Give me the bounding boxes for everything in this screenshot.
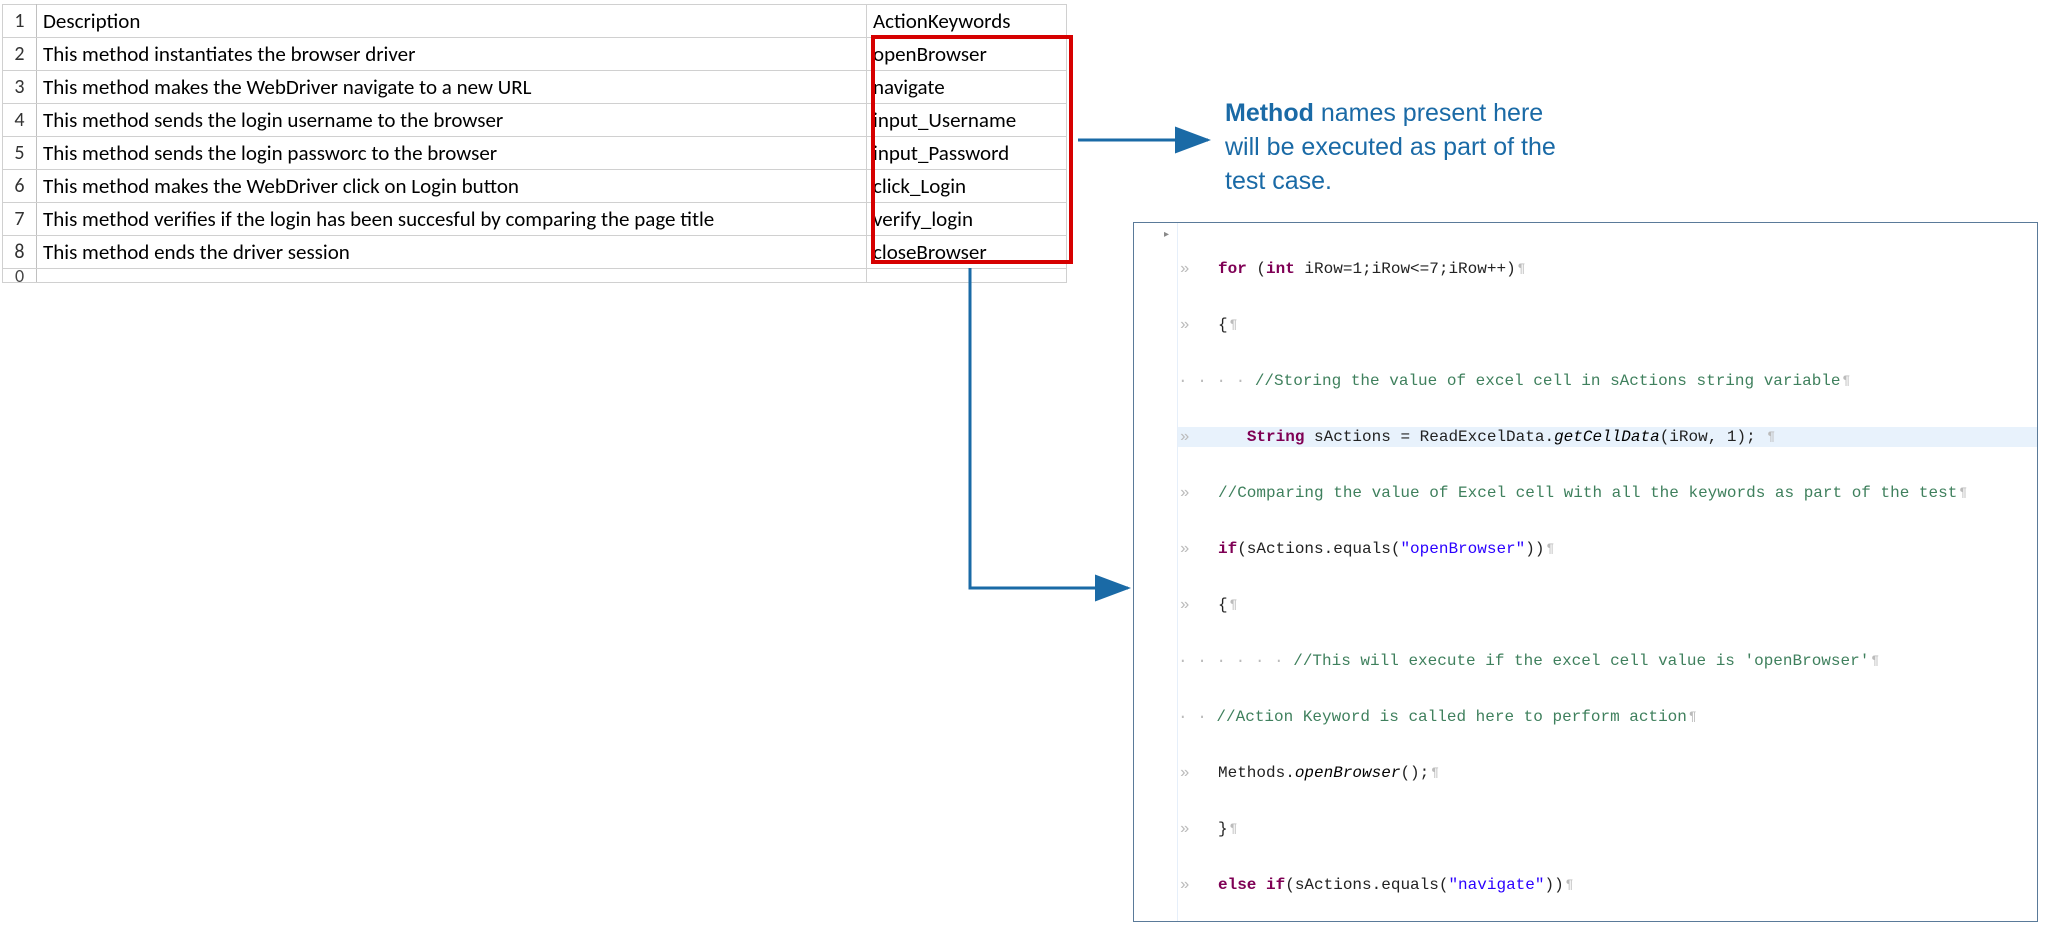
table-row: 8 This method ends the driver session cl… [3,236,1067,269]
annotation-text: Method names present here will be execut… [1225,96,1565,198]
cell-description: This method ends the driver session [37,236,867,269]
table-row: 3 This method makes the WebDriver naviga… [3,71,1067,104]
code-editor-panel: ▸ »for (int iRow=1; [1133,222,2038,922]
cell-actionkeyword: input_Username [867,104,1067,137]
cell-description: This method sends the login username to … [37,104,867,137]
cell-actionkeyword: click_Login [867,170,1067,203]
annotation-bold: Method [1225,99,1314,127]
table-row: 1 Description ActionKeywords [3,5,1067,38]
cell-actionkeyword: openBrowser [867,38,1067,71]
table-row: 6 This method makes the WebDriver click … [3,170,1067,203]
row-number: 1 [3,5,37,38]
row-number: 5 [3,137,37,170]
row-number: 7 [3,203,37,236]
table-row: 4 This method sends the login username t… [3,104,1067,137]
cell-description: This method makes the WebDriver navigate… [37,71,867,104]
cell-description: This method makes the WebDriver click on… [37,170,867,203]
row-number: 8 [3,236,37,269]
table-row: 7 This method verifies if the login has … [3,203,1067,236]
code-gutter: ▸ [1134,223,1178,921]
cell-description: This method verifies if the login has be… [37,203,867,236]
cell-actionkeyword: navigate [867,71,1067,104]
cell-actionkeywords-header: ActionKeywords [867,5,1067,38]
cell-description [37,269,867,283]
row-number: 2 [3,38,37,71]
spreadsheet-table: 1 Description ActionKeywords 2 This meth… [2,4,1067,283]
table-row: 0 [3,269,1067,283]
row-number: 4 [3,104,37,137]
cell-description: This method sends the login passworc to … [37,137,867,170]
cell-actionkeyword: closeBrowser [867,236,1067,269]
cell-description-header: Description [37,5,867,38]
row-number: 0 [3,269,37,283]
code-body: »for (int iRow=1;iRow<=7;iRow++)¶ »{¶ · … [1178,223,2037,921]
row-number: 3 [3,71,37,104]
cell-description: This method instantiates the browser dri… [37,38,867,71]
cell-actionkeyword: input_Password [867,137,1067,170]
row-number: 6 [3,170,37,203]
table-row: 5 This method sends the login passworc t… [3,137,1067,170]
cell-actionkeyword: verify_login [867,203,1067,236]
table-row: 2 This method instantiates the browser d… [3,38,1067,71]
cell-actionkeyword [867,269,1067,283]
